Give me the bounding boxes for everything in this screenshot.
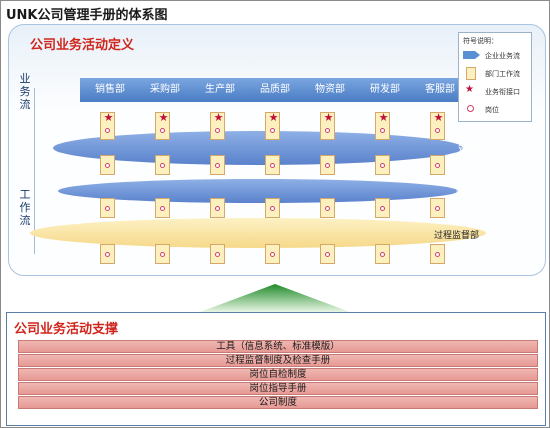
workflow-box [265, 155, 280, 175]
workflow-box [430, 155, 445, 175]
workflow-box [155, 244, 170, 264]
support-layer-tools: 工具（信息系统、标准模版） [18, 340, 538, 353]
legend-label: 业务衔接口 [485, 88, 520, 96]
workflow-box: ★ [265, 111, 280, 140]
workflow-box [210, 198, 225, 218]
star-icon: ★ [103, 111, 114, 124]
department-label: 研发部 [370, 84, 400, 95]
workflow-box [210, 244, 225, 264]
star-icon: ★ [158, 111, 169, 124]
circle-icon [435, 252, 440, 257]
circle-icon [215, 252, 220, 257]
legend: 符号说明： 企业业务流 部门工作流 ★ 业务衔接口 岗位 [458, 32, 532, 122]
support-layer-self-check: 岗位自检制度 [18, 368, 538, 381]
workflow-box [320, 244, 335, 264]
workflow-box [430, 244, 445, 264]
department-label: 销售部 [95, 84, 125, 95]
support-layer-supervision: 过程监督制度及检查手册 [18, 354, 538, 367]
circle-icon [467, 105, 474, 112]
workflow-box: ★ [375, 111, 390, 140]
workflow-box [210, 155, 225, 175]
band-label: 财务部 [456, 189, 484, 199]
legend-title: 符号说明： [463, 37, 498, 45]
circle-icon [105, 252, 110, 257]
workflow-box [375, 244, 390, 264]
circle-icon [160, 206, 165, 211]
workflow-box: ★ [155, 111, 170, 140]
circle-icon [325, 128, 330, 133]
department-label: 品质部 [260, 84, 290, 95]
workflow-box [155, 198, 170, 218]
workflow-box [375, 198, 390, 218]
workflow-box [155, 155, 170, 175]
support-layers: 工具（信息系统、标准模版） 过程监督制度及检查手册 岗位自检制度 岗位指导手册 … [18, 340, 538, 410]
circle-icon [270, 206, 275, 211]
legend-label: 岗位 [485, 106, 499, 114]
department-label: 物资部 [315, 84, 345, 95]
arrow-icon [463, 51, 480, 59]
workflow-box [265, 198, 280, 218]
support-arrow-icon [200, 284, 350, 312]
star-icon: ★ [268, 111, 279, 124]
star-icon: ★ [323, 111, 334, 124]
circle-icon [160, 252, 165, 257]
circle-icon [325, 206, 330, 211]
circle-icon [270, 128, 275, 133]
circle-icon [435, 128, 440, 133]
star-icon: ★ [213, 111, 224, 124]
department-label: 采购部 [150, 84, 180, 95]
work-flow-label: 工作流 [19, 188, 31, 227]
circle-icon [380, 206, 385, 211]
workflow-box [430, 198, 445, 218]
support-layer-guide: 岗位指导手册 [18, 382, 538, 395]
circle-icon [380, 128, 385, 133]
circle-icon [215, 128, 220, 133]
workflow-box [320, 155, 335, 175]
circle-icon [215, 206, 220, 211]
workflow-box [100, 155, 115, 175]
circle-icon [435, 206, 440, 211]
business-flow-label: 业务流 [19, 72, 31, 111]
department-band [58, 179, 458, 203]
legend-label: 企业业务流 [485, 52, 520, 60]
workflow-box [100, 198, 115, 218]
circle-icon [380, 252, 385, 257]
circle-icon [105, 206, 110, 211]
box-icon [466, 67, 476, 80]
business-definition-heading: 公司业务活动定义 [30, 38, 135, 53]
band-label: 管理部 [458, 145, 486, 155]
circle-icon [380, 163, 385, 168]
business-support-heading: 公司业务活动支撑 [14, 322, 119, 337]
star-icon: ★ [378, 111, 389, 124]
legend-label: 部门工作流 [485, 70, 520, 78]
band-label: 过程监督部 [434, 231, 480, 241]
circle-icon [325, 252, 330, 257]
circle-icon [435, 163, 440, 168]
support-layer-policy: 公司制度 [18, 396, 538, 409]
workflow-box [100, 244, 115, 264]
workflow-box [375, 155, 390, 175]
star-icon: ★ [465, 84, 474, 95]
circle-icon [160, 163, 165, 168]
workflow-box: ★ [320, 111, 335, 140]
circle-icon [105, 163, 110, 168]
workflow-box: ★ [210, 111, 225, 140]
department-band [30, 218, 486, 248]
circle-icon [105, 128, 110, 133]
circle-icon [325, 163, 330, 168]
circle-icon [215, 163, 220, 168]
workflow-box [320, 198, 335, 218]
star-icon: ★ [433, 111, 444, 124]
workflow-box: ★ [430, 111, 445, 140]
workflow-box [265, 244, 280, 264]
circle-icon [160, 128, 165, 133]
circle-icon [270, 163, 275, 168]
workflow-box: ★ [100, 111, 115, 140]
department-label: 生产部 [205, 84, 235, 95]
circle-icon [270, 252, 275, 257]
page-title: UNK公司管理手册的体系图 [6, 8, 168, 23]
